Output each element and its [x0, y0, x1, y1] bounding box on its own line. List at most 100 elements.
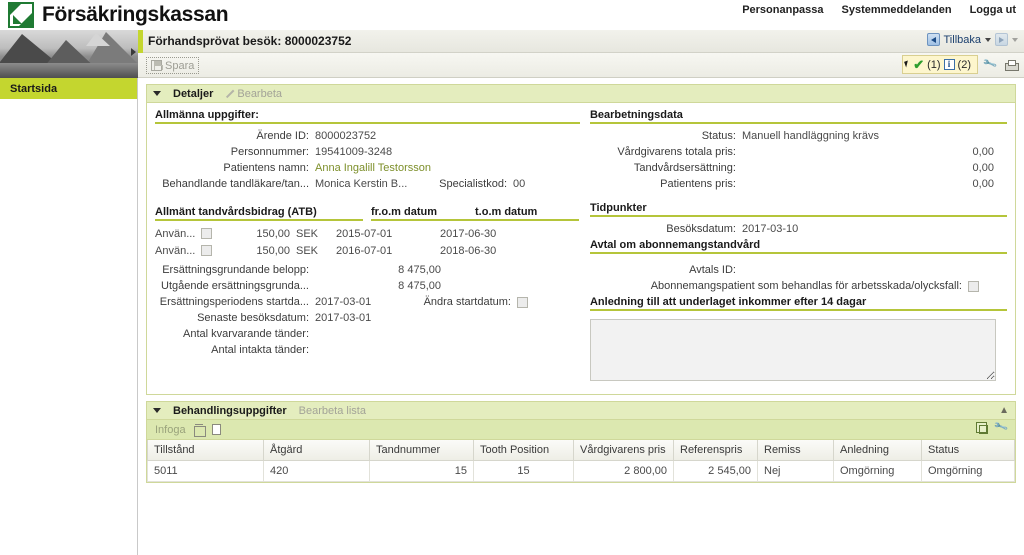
trash-icon[interactable]	[193, 424, 206, 437]
treatment-panel: Behandlingsuppgifter Bearbeta lista ▲ In…	[146, 401, 1016, 483]
field-label: Status:	[701, 130, 736, 142]
mouse-cursor-icon	[904, 60, 911, 68]
col-tooth-position[interactable]: Tooth Position	[473, 440, 574, 461]
field-arbetsskada-olycksfall: Abonnemangspatient som behandlas för arb…	[590, 278, 1007, 294]
back-label[interactable]: Tillbaka	[944, 34, 982, 46]
copy-page-icon[interactable]	[211, 424, 221, 435]
field-value: 2017-03-10	[741, 223, 799, 235]
wrench-icon[interactable]: 🔧	[983, 57, 999, 72]
triangle-down-icon[interactable]	[153, 91, 161, 96]
col-vardgivarens-pris[interactable]: Vårdgivarens pris	[573, 440, 674, 461]
sidebar-photo	[0, 30, 138, 78]
save-disk-icon	[151, 60, 163, 71]
top-navigation: Personanpassa Systemmeddelanden Logga ut	[742, 4, 1016, 16]
printer-icon[interactable]	[1003, 57, 1019, 72]
col-tandnummer[interactable]: Tandnummer	[369, 440, 474, 461]
specialist-code-value: 00	[513, 178, 526, 190]
forward-chevron-down-icon[interactable]	[1012, 37, 1018, 42]
field-antal-kvarvarande-tander: Antal kvarvarande tänder:	[155, 326, 580, 342]
cell-atgard: 420	[263, 460, 370, 482]
field-label: Behandlande tandläkare/tan...	[162, 178, 309, 190]
atb-col-to: t.o.m datum	[475, 206, 579, 221]
field-vardgivarens-totala-pris: Vårdgivarens totala pris: 0,00	[590, 144, 1007, 160]
back-arrow-icon[interactable]	[926, 33, 940, 46]
export-stack-icon[interactable]	[975, 422, 988, 434]
atb-row-to: 2018-06-30	[440, 244, 497, 257]
col-tillstand[interactable]: Tillstånd	[147, 440, 264, 461]
field-status: Status: Manuell handläggning krävs	[590, 128, 1007, 144]
insert-button[interactable]: Infoga	[155, 424, 186, 436]
sidebar: Startsida	[0, 30, 138, 555]
details-panel-title: Detaljer	[173, 87, 214, 100]
change-start-date-checkbox[interactable]	[517, 296, 528, 308]
atb-col-from: fr.o.m datum	[371, 206, 475, 221]
field-label: Patientens pris:	[660, 178, 736, 190]
atb-row: Använ... 150,00 SEK 2015-07-01 2017-06-3…	[155, 225, 580, 242]
patient-name-link[interactable]: Anna Ingalill Testorsson	[315, 162, 431, 174]
collapse-arrow-icon[interactable]	[131, 48, 136, 56]
action-toolbar: Spara ✔ (1) i (2) 🔧	[138, 53, 1024, 78]
nav-personanpassa[interactable]: Personanpassa	[742, 4, 823, 16]
col-remiss[interactable]: Remiss	[757, 440, 834, 461]
save-button[interactable]: Spara	[146, 57, 200, 74]
details-panel: Detaljer Bearbeta Allmänna uppgifter: Är…	[146, 84, 1016, 395]
brand: Försäkringskassan	[8, 2, 229, 28]
details-edit-action[interactable]: Bearbeta	[225, 88, 282, 100]
info-count: (2)	[957, 58, 971, 71]
page-title: Förhandsprövat besök: 8000023752	[148, 34, 352, 48]
field-behandlande-tandlakare: Behandlande tandläkare/tan... Monica Ker…	[155, 176, 580, 192]
atb-row-from: 2015-07-01	[336, 227, 393, 240]
application-window: Försäkringskassan Personanpassa Systemme…	[0, 0, 1024, 555]
page-nav-buttons: Tillbaka	[926, 33, 1018, 46]
field-besoksdatum: Besöksdatum: 2017-03-10	[590, 221, 1007, 237]
processing-section-title: Bearbetningsdata	[589, 109, 1007, 124]
work-injury-checkbox[interactable]	[967, 280, 979, 292]
nav-systemmeddelanden[interactable]: Systemmeddelanden	[842, 4, 952, 16]
treatment-edit-list-action[interactable]: Bearbeta lista	[299, 405, 366, 417]
field-value: 2017-03-01	[315, 296, 372, 308]
atb-row-from: 2016-07-01	[336, 244, 393, 257]
details-panel-header[interactable]: Detaljer Bearbeta	[147, 85, 1015, 103]
field-label: Tandvårdsersättning:	[633, 162, 736, 174]
field-value: 8 475,00	[398, 264, 441, 276]
forward-arrow-icon[interactable]	[995, 33, 1008, 46]
treatment-panel-header[interactable]: Behandlingsuppgifter Bearbeta lista ▲	[147, 402, 1015, 420]
back-chevron-down-icon[interactable]	[985, 37, 991, 42]
col-referenspris[interactable]: Referenspris	[673, 440, 758, 461]
table-header-row: Tillstånd Åtgärd Tandnummer Tooth Positi…	[147, 440, 1015, 461]
field-label: Ersättningsgrundande belopp:	[162, 264, 309, 276]
table-row[interactable]: 5011 420 15 15 2 800,00 2 545,00 Nej Omg…	[147, 460, 1015, 482]
col-status[interactable]: Status	[921, 440, 1015, 461]
wrench-icon[interactable]: 🔧	[993, 420, 1009, 435]
sidebar-item-startsida[interactable]: Startsida	[0, 78, 137, 100]
change-start-date-label: Ändra startdatum:	[423, 296, 511, 308]
sidebar-item-label: Startsida	[10, 82, 58, 95]
field-value: 0,00	[972, 178, 994, 190]
content-region: Förhandsprövat besök: 8000023752 Tillbak…	[138, 30, 1024, 555]
triangle-down-icon[interactable]	[153, 408, 161, 413]
atb-row-checkbox[interactable]	[201, 228, 212, 239]
field-senaste-besoksdatum: Senaste besöksdatum: 2017-03-01	[155, 310, 580, 326]
page-header-accent	[138, 30, 143, 53]
field-value: Manuell handläggning krävs	[741, 130, 879, 142]
atb-row-checkbox[interactable]	[201, 245, 212, 256]
field-label: Personnummer:	[230, 146, 309, 158]
field-label: Patientens namn:	[223, 162, 309, 174]
collapse-panel-icon[interactable]: ▲	[999, 405, 1009, 416]
field-patientens-pris: Patientens pris: 0,00	[590, 176, 1007, 192]
field-label: Antal intakta tänder:	[211, 344, 309, 356]
atb-row-label: Använ...	[155, 227, 196, 240]
nav-logga-ut[interactable]: Logga ut	[970, 4, 1016, 16]
cell-tandnummer: 15	[369, 460, 474, 482]
col-atgard[interactable]: Åtgärd	[263, 440, 370, 461]
field-label: Ärende ID:	[256, 130, 309, 142]
reason-textarea[interactable]	[589, 319, 996, 381]
info-icon[interactable]: i	[943, 59, 955, 70]
treatment-list-toolbar: Infoga 🔧	[147, 420, 1015, 440]
col-anledning[interactable]: Anledning	[833, 440, 922, 461]
page-header: Förhandsprövat besök: 8000023752 Tillbak…	[138, 30, 1024, 53]
message-summary[interactable]: ✔ (1) i (2)	[902, 55, 978, 74]
field-label: Senaste besöksdatum:	[197, 312, 309, 324]
atb-row: Använ... 150,00 SEK 2016-07-01 2018-06-3…	[155, 242, 580, 259]
treatment-list-toolbar-right: 🔧	[975, 420, 1009, 435]
